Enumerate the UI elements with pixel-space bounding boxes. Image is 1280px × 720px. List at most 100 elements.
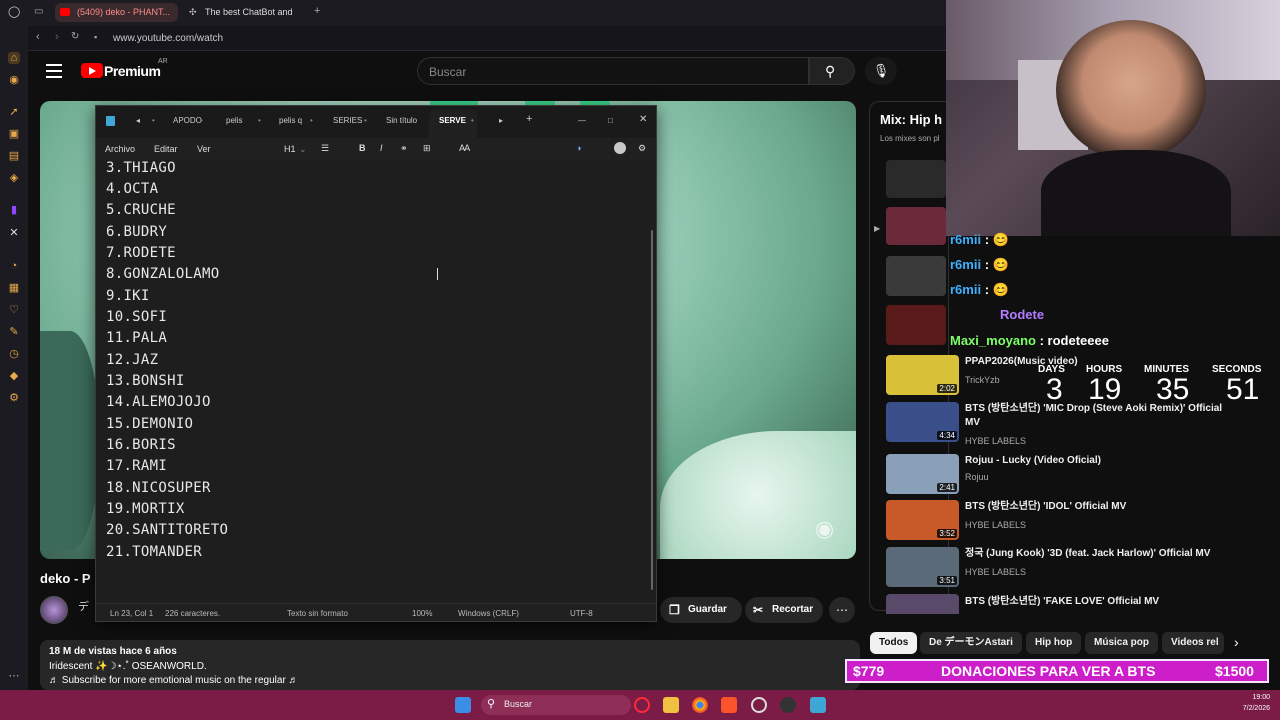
gamepad-icon[interactable]: ◉: [8, 74, 20, 86]
new-tab-icon[interactable]: +: [526, 113, 532, 125]
start-icon[interactable]: [455, 697, 471, 713]
opera-gx-icon[interactable]: [634, 697, 650, 713]
text-line: 21.TOMANDER: [106, 544, 203, 560]
tab-dot-icon: •: [471, 116, 474, 125]
italic-icon[interactable]: I: [380, 143, 383, 153]
file-explorer-icon[interactable]: [663, 697, 679, 713]
chip-todos[interactable]: Todos: [870, 632, 918, 654]
text-line: 13.BONSHI: [106, 373, 185, 389]
notepad-tab[interactable]: SERIES: [333, 116, 362, 125]
text-line: 8.GONZALOLAMO: [106, 266, 220, 282]
more-actions-icon[interactable]: ⋯: [829, 597, 855, 623]
list-icon[interactable]: ☰: [321, 143, 329, 154]
x-icon[interactable]: ✕: [8, 227, 20, 239]
grid-icon[interactable]: ▦: [8, 282, 20, 294]
recommended-video[interactable]: 4:34 BTS (방탄소년단) 'MIC Drop (Steve Aoki R…: [886, 402, 1246, 446]
tab-youtube[interactable]: (5409) deko - PHANT...: [55, 3, 178, 22]
tab-list-icon[interactable]: ▭: [34, 6, 46, 18]
chip-related[interactable]: Videos rel: [1162, 632, 1224, 654]
recommended-video[interactable]: 3:51 정국 (Jung Kook) '3D (feat. Jack Harl…: [886, 547, 1246, 591]
encoding: UTF-8: [570, 609, 593, 618]
chip-hiphop[interactable]: Hip hop: [1026, 632, 1082, 654]
notepad-tab[interactable]: APODO: [173, 116, 202, 125]
menu-ver[interactable]: Ver: [197, 144, 211, 154]
settings-icon[interactable]: ⚙: [8, 392, 20, 404]
clear-format-icon[interactable]: Ꜳ: [459, 143, 470, 154]
close-icon[interactable]: ✕: [639, 114, 647, 125]
mix-thumbnail[interactable]: [886, 160, 946, 198]
minimize-icon[interactable]: —: [578, 116, 586, 125]
clip-button[interactable]: ✂ Recortar: [745, 597, 823, 623]
tab-scroll-right-icon[interactable]: ▸: [499, 116, 503, 125]
countdown-days: 3: [1046, 373, 1063, 406]
mic-icon[interactable]: 🎙: [865, 57, 897, 85]
youtube-logo-icon[interactable]: [81, 63, 103, 78]
settings-gear-icon[interactable]: ⚙: [638, 143, 646, 154]
more-icon[interactable]: ⋯: [8, 670, 20, 682]
text-line: 17.RAMI: [106, 458, 168, 474]
menu-editar[interactable]: Editar: [154, 144, 178, 154]
wallet-icon[interactable]: ▤: [8, 150, 20, 162]
recommended-video[interactable]: 2:41 Rojuu - Lucky (Video Oficial) Rojuu: [886, 454, 1246, 498]
notepad-taskbar-icon[interactable]: [810, 697, 826, 713]
recommended-video[interactable]: BTS (방탄소년단) 'FAKE LOVE' Official MV: [886, 594, 1246, 614]
obs-icon[interactable]: [780, 697, 796, 713]
app-icon[interactable]: [751, 697, 767, 713]
url-text[interactable]: www.youtube.com/watch: [113, 33, 223, 44]
heading-dropdown[interactable]: H1: [284, 144, 296, 154]
video-duration: 4:34: [937, 431, 957, 440]
mix-thumbnail[interactable]: [886, 305, 946, 345]
chat-message: r6mii : 😊: [950, 232, 1009, 248]
menu-archivo[interactable]: Archivo: [105, 144, 135, 154]
tab-scroll-left-icon[interactable]: ◂: [136, 116, 140, 125]
chevron-right-icon[interactable]: ›: [1234, 634, 1239, 650]
search-input[interactable]: Buscar: [417, 57, 809, 85]
notepad-text-area[interactable]: 3.THIAGO 4.OCTA 5.CRUCHE 6.BUDRY 7.RODET…: [96, 160, 656, 603]
home-icon[interactable]: ⌂: [8, 52, 20, 64]
bold-icon[interactable]: B: [359, 143, 366, 153]
recommended-video[interactable]: 3:52 BTS (방탄소년단) 'IDOL' Official MV HYBE…: [886, 500, 1246, 544]
taskbar-search[interactable]: ⚲ Buscar: [481, 695, 631, 715]
forward-icon[interactable]: ›: [55, 31, 59, 43]
channel-avatar[interactable]: [40, 596, 68, 624]
menu-icon[interactable]: [46, 64, 62, 78]
chrome-icon[interactable]: [692, 697, 708, 713]
channel-name[interactable]: デ: [78, 598, 89, 614]
maximize-icon[interactable]: □: [608, 116, 613, 125]
mix-thumbnail[interactable]: [886, 256, 946, 296]
chip-channel[interactable]: De デーモンAstari: [920, 632, 1022, 654]
back-icon[interactable]: ‹: [36, 31, 40, 43]
history-icon[interactable]: ◷: [8, 348, 20, 360]
donation-goal-bar: $779 DONACIONES PARA VER A BTS $1500: [845, 659, 1269, 683]
mix-thumbnail[interactable]: [886, 207, 946, 245]
notepad-tab[interactable]: pelis: [226, 116, 242, 125]
avatar[interactable]: [614, 142, 626, 154]
copilot-icon[interactable]: ◑: [576, 143, 581, 153]
notepad-tab[interactable]: pelis q: [279, 116, 302, 125]
webcam-feed: [946, 0, 1280, 236]
table-icon[interactable]: ⊞: [423, 143, 431, 154]
tab-chatbot[interactable]: ✣ The best ChatBot and: [183, 3, 313, 22]
twitch-icon[interactable]: ▮: [8, 204, 20, 216]
notepad-tab[interactable]: Sin título: [386, 116, 417, 125]
save-button[interactable]: ❐ Guardar: [660, 597, 742, 623]
search-button[interactable]: ⚲: [809, 57, 855, 85]
opera-logo-icon[interactable]: ◯: [8, 6, 20, 18]
clock-date: 7/2/2026: [1242, 705, 1270, 712]
brave-icon[interactable]: [721, 697, 737, 713]
link-icon[interactable]: ⚭: [400, 143, 408, 154]
pin-icon[interactable]: ✎: [8, 326, 20, 338]
clock-icon[interactable]: ◔: [8, 260, 20, 272]
heart-icon[interactable]: ♡: [8, 304, 20, 316]
messenger-icon[interactable]: ◈: [8, 172, 20, 184]
new-tab-icon[interactable]: +: [314, 5, 320, 17]
cube-icon[interactable]: ◆: [8, 370, 20, 382]
chip-musica-pop[interactable]: Música pop: [1085, 632, 1159, 654]
recommended-video[interactable]: 2:02 PPAP2026(Music video) TrickYzb: [886, 355, 1246, 399]
bag-icon[interactable]: ▣: [8, 128, 20, 140]
reload-icon[interactable]: ↻: [71, 31, 79, 42]
text-line: 5.CRUCHE: [106, 202, 176, 218]
video-channel: Rojuu: [965, 472, 989, 482]
scrollbar[interactable]: [651, 230, 653, 590]
compass-icon[interactable]: ➚: [8, 106, 20, 118]
